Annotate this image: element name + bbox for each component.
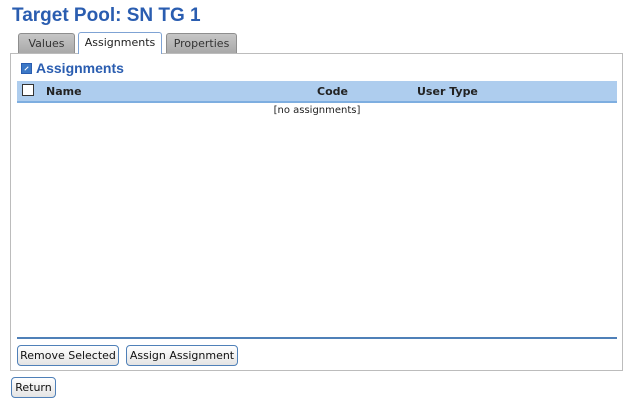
select-all-checkbox[interactable] — [22, 84, 34, 96]
divider — [17, 337, 617, 339]
edit-icon[interactable] — [21, 62, 32, 74]
table-header: Name Code User Type — [17, 81, 617, 103]
tab-values[interactable]: Values — [18, 33, 75, 53]
remove-selected-button[interactable]: Remove Selected — [17, 345, 119, 366]
page-title: Target Pool: SN TG 1 — [12, 5, 201, 26]
column-header-code[interactable]: Code — [317, 85, 348, 98]
tab-assignments[interactable]: Assignments — [78, 32, 162, 54]
empty-table-message: [no assignments] — [273, 105, 361, 116]
column-header-name[interactable]: Name — [46, 85, 82, 98]
tab-properties[interactable]: Properties — [166, 33, 237, 53]
section-header: Assignments — [21, 59, 124, 77]
column-header-user-type[interactable]: User Type — [417, 85, 478, 98]
section-title: Assignments — [36, 60, 124, 76]
assignments-panel: Assignments Name Code User Type [no assi… — [10, 53, 623, 371]
assign-assignment-button[interactable]: Assign Assignment — [126, 345, 238, 366]
return-button[interactable]: Return — [11, 377, 56, 398]
